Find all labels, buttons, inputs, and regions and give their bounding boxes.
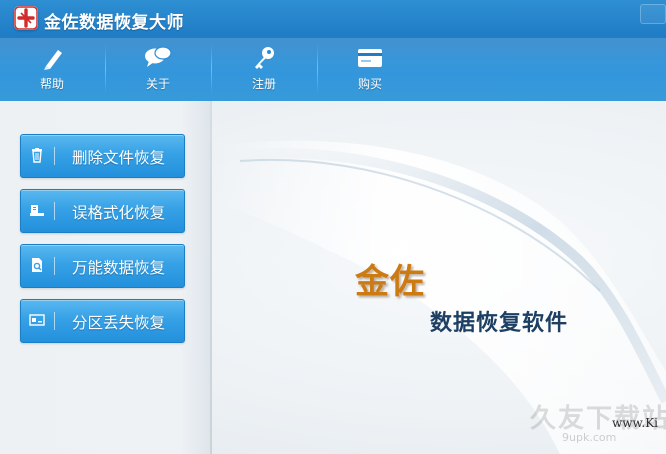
trash-icon: [32, 148, 42, 163]
toolbar-register-label: 注册: [251, 77, 276, 91]
watermark-url: www.Ki: [612, 416, 659, 430]
toolbar-about-button[interactable]: 关于: [106, 38, 210, 101]
universal-recovery-label: 万能数据恢复: [71, 259, 165, 277]
recover-deleted-files-label: 删除文件恢复: [71, 149, 165, 167]
toolbar-register-button[interactable]: 注册: [212, 38, 316, 101]
recover-deleted-files-button[interactable]: 删除文件恢复: [20, 134, 185, 178]
watermark-url-secondary: 9upk.com: [562, 431, 617, 444]
button-separator: [54, 257, 55, 275]
app-title: 金佐数据恢复大师: [44, 13, 184, 33]
header-bar: 金佐数据恢复大师 帮助 关于 注册 购买: [0, 0, 666, 101]
chat-bubbles-icon: [145, 46, 172, 67]
button-separator: [54, 202, 55, 220]
pencil-help-icon: [42, 50, 62, 70]
credit-card-icon: [358, 49, 382, 67]
sidebar-divider: [210, 101, 212, 454]
app-logo-icon: [14, 6, 38, 30]
toolbar-about-label: 关于: [145, 77, 170, 91]
brand-subtitle: 数据恢复软件: [430, 310, 569, 336]
partition-icon: [29, 314, 45, 326]
recover-lost-partition-button[interactable]: 分区丢失恢复: [20, 299, 185, 343]
button-separator: [54, 312, 55, 330]
toolbar-help-label: 帮助: [39, 77, 64, 91]
recover-formatted-label: 误格式化恢复: [71, 204, 165, 222]
window-control-button[interactable]: [640, 4, 666, 24]
toolbar-buy-label: 购买: [357, 77, 382, 91]
key-icon: [255, 47, 274, 69]
toolbar-buy-button[interactable]: 购买: [318, 38, 422, 101]
title-bar[interactable]: 金佐数据恢复大师: [0, 0, 666, 38]
toolbar-help-button[interactable]: 帮助: [0, 38, 104, 101]
recover-lost-partition-label: 分区丢失恢复: [71, 314, 165, 332]
universal-recovery-button[interactable]: 万能数据恢复: [20, 244, 185, 288]
watermark: 久友下载站 www.Ki 9upk.com: [530, 398, 666, 454]
toolbar: 帮助 关于 注册 购买: [0, 38, 430, 101]
app-window: 金佐数据恢复大师 帮助 关于 注册 购买 删除文件恢复 误格式化恢复 万能数据恢…: [0, 0, 666, 454]
file-search-icon: [32, 258, 42, 272]
button-separator: [54, 147, 55, 165]
format-icon: [30, 205, 44, 216]
recover-formatted-button[interactable]: 误格式化恢复: [20, 189, 185, 233]
brand-logo-text: 金佐: [355, 262, 425, 302]
